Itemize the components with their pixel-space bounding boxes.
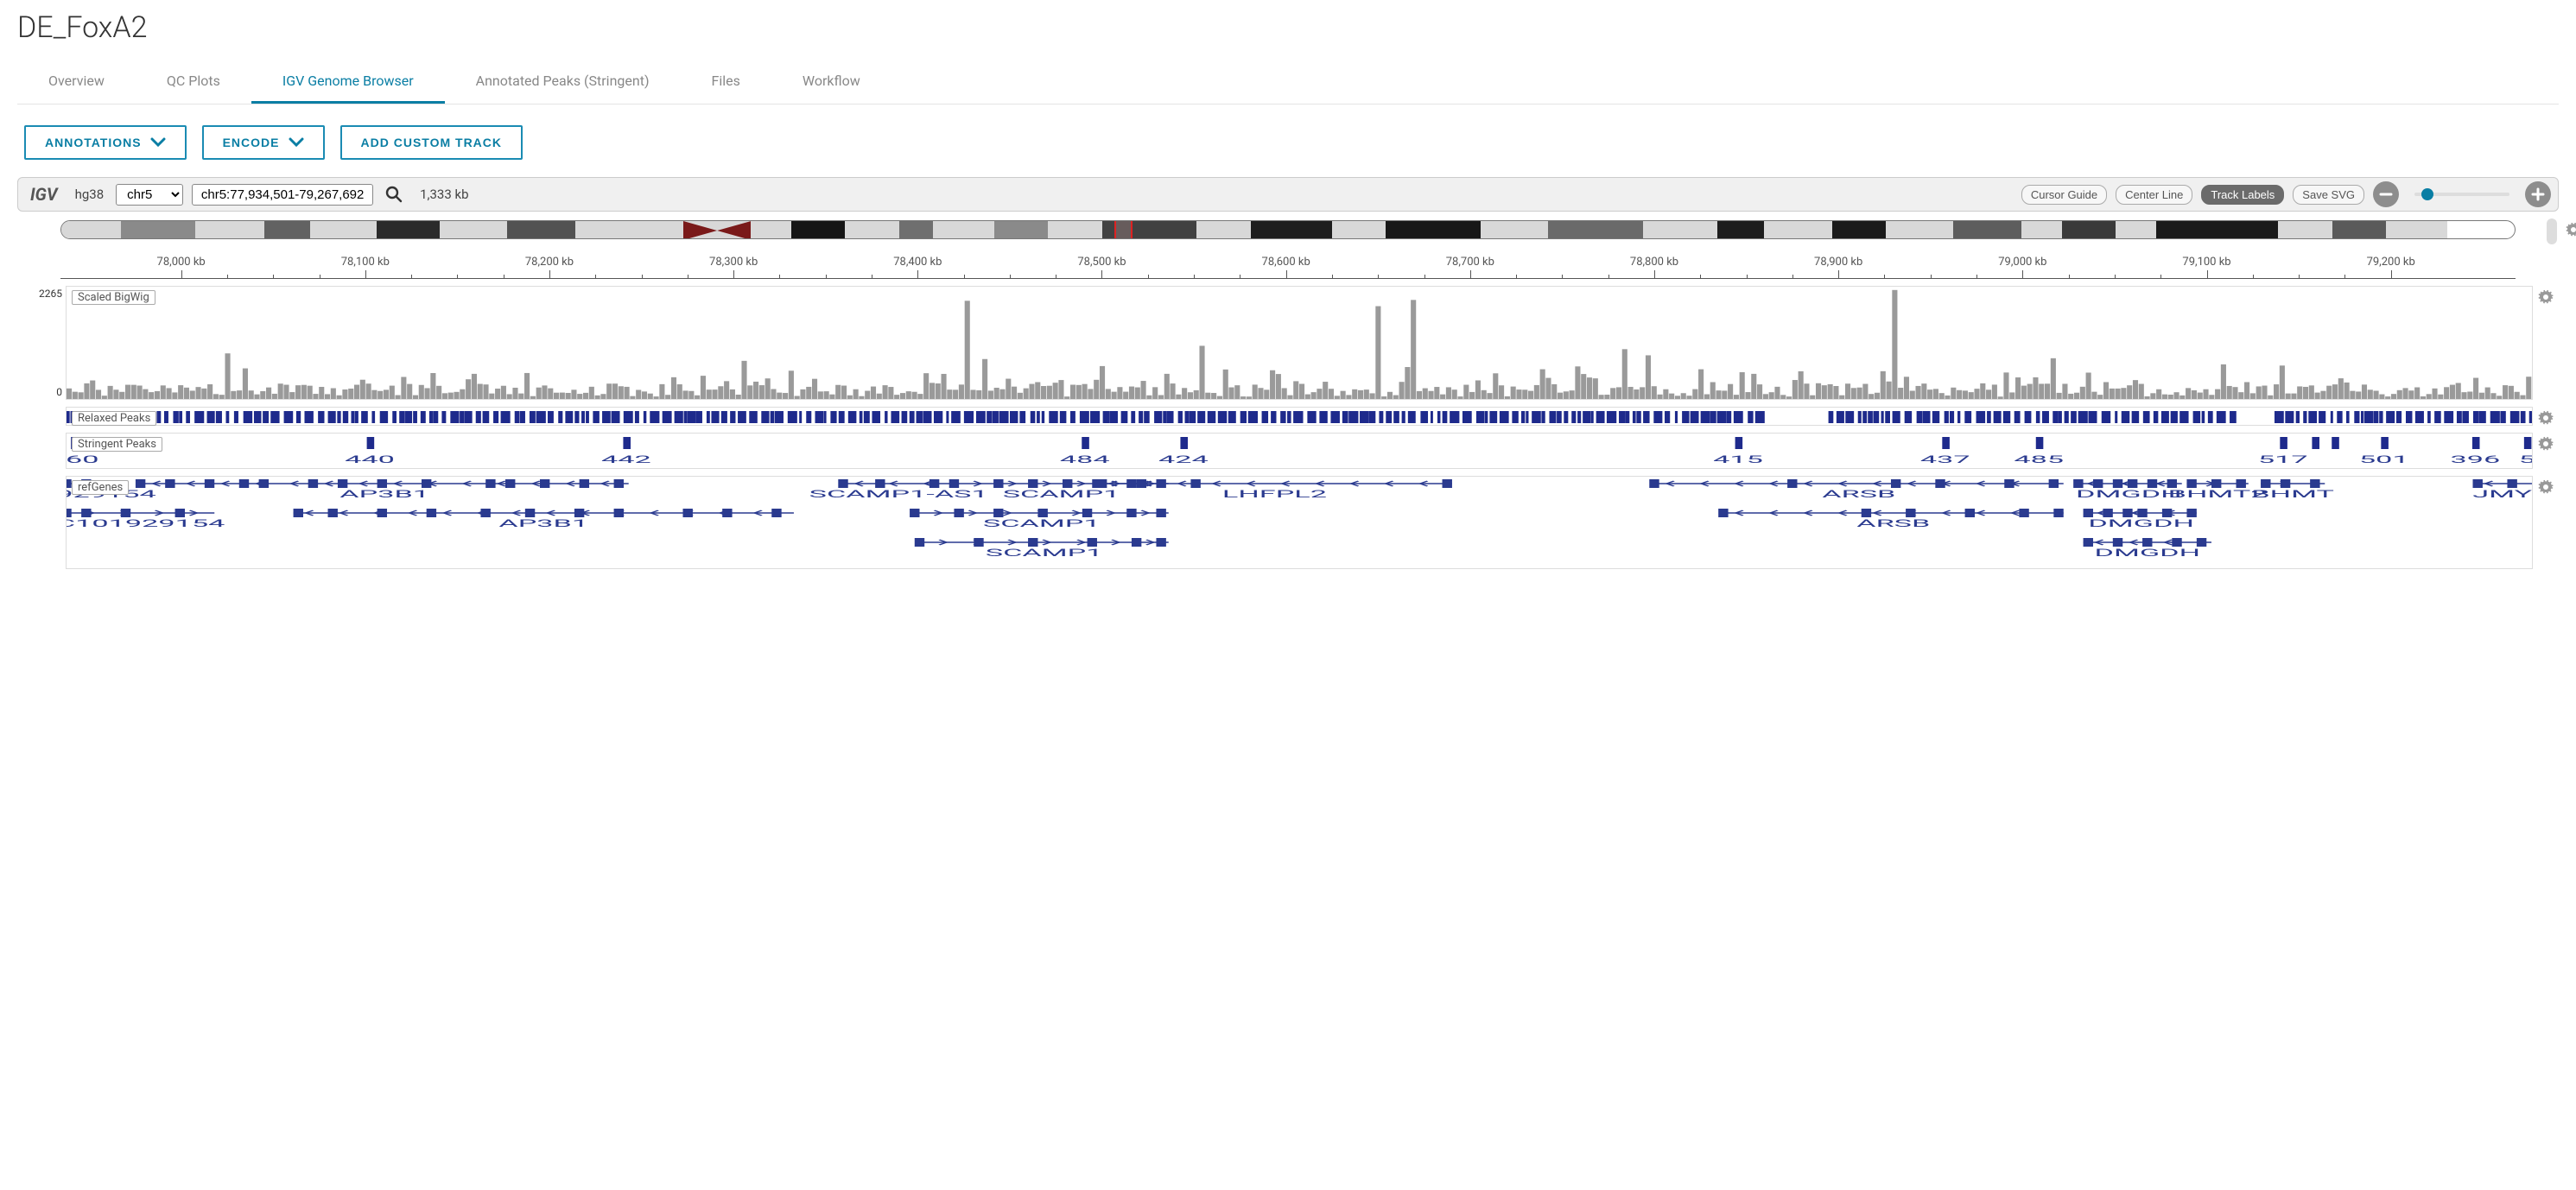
region-size: 1,333 kb	[415, 187, 468, 202]
gear-icon[interactable]	[2538, 410, 2554, 426]
tab-igv-genome-browser[interactable]: IGV Genome Browser	[251, 60, 445, 104]
tab-files[interactable]: Files	[681, 60, 771, 104]
svg-text:SCAMP1: SCAMP1	[986, 547, 1103, 559]
gear-icon[interactable]	[2566, 222, 2576, 237]
zoom-in-button[interactable]	[2525, 181, 2551, 207]
svg-text:SCAMP1-AS1: SCAMP1-AS1	[809, 488, 988, 500]
search-icon[interactable]	[382, 186, 406, 203]
svg-text:485: 485	[2014, 453, 2064, 465]
tab-overview[interactable]: Overview	[17, 60, 136, 104]
tabs-bar: OverviewQC PlotsIGV Genome BrowserAnnota…	[17, 60, 2559, 104]
svg-text:460: 460	[67, 453, 98, 465]
svg-text:DMGDH: DMGDH	[2094, 547, 2200, 559]
wig-ymin: 0	[56, 386, 62, 398]
save-svg-button[interactable]: Save SVG	[2293, 185, 2364, 205]
page-title: DE_FoxA2	[17, 0, 2559, 60]
svg-text:5: 5	[2519, 453, 2532, 465]
svg-text:437: 437	[1920, 453, 1970, 465]
annotations-button[interactable]: ANNOTATIONS	[24, 125, 187, 160]
track-labels-button[interactable]: Track Labels	[2201, 185, 2284, 205]
relaxed-peaks-track[interactable]: Relaxed Peaks	[66, 407, 2533, 426]
center-line-button[interactable]: Center Line	[2116, 185, 2192, 205]
tab-annotated-peaks-stringent-[interactable]: Annotated Peaks (Stringent)	[445, 60, 681, 104]
svg-text:442: 442	[601, 453, 651, 465]
ideogram-viewport-marker[interactable]	[1114, 220, 1133, 239]
refgenes-label: refGenes	[72, 480, 129, 495]
encode-label: ENCODE	[223, 136, 280, 149]
stringent-peaks-label: Stringent Peaks	[72, 437, 162, 452]
wig-ymax: 2265	[39, 288, 62, 300]
svg-text:DMGDH: DMGDH	[2076, 488, 2182, 500]
chevron-down-icon	[289, 137, 304, 148]
genome-label: hg38	[72, 187, 108, 202]
svg-text:LHFPL2: LHFPL2	[1222, 488, 1327, 500]
controls-row: ANNOTATIONS ENCODE ADD CUSTOM TRACK	[17, 104, 2559, 177]
chromosome-select[interactable]: chr5	[116, 184, 183, 206]
bigwig-track[interactable]: Scaled BigWig	[66, 286, 2533, 400]
svg-text:SCAMP1: SCAMP1	[983, 517, 1101, 529]
gear-icon[interactable]	[2538, 479, 2554, 495]
svg-text:501: 501	[2359, 453, 2409, 465]
zoom-out-button[interactable]	[2373, 181, 2399, 207]
locus-input[interactable]	[192, 184, 373, 206]
tab-workflow[interactable]: Workflow	[771, 60, 891, 104]
svg-text:415: 415	[1713, 453, 1763, 465]
genome-viewer: 78,000 kb78,100 kb78,200 kb78,300 kb78,4…	[17, 218, 2559, 569]
refgenes-track[interactable]: refGenes 101929154AP3B1SCAMP1-AS1SCAMP1L…	[66, 476, 2533, 569]
svg-text:ARSB: ARSB	[1822, 488, 1895, 500]
svg-text:AP3B1: AP3B1	[339, 488, 429, 500]
add-custom-track-button[interactable]: ADD CUSTOM TRACK	[340, 125, 523, 160]
zoom-slider[interactable]	[2414, 193, 2509, 196]
svg-text:AP3B1: AP3B1	[498, 517, 588, 529]
igv-logo: IGV	[25, 184, 63, 205]
relaxed-peaks-label: Relaxed Peaks	[72, 411, 156, 426]
zoom-slider-handle[interactable]	[2421, 188, 2433, 200]
igv-toolbar: IGV hg38 chr5 1,333 kb Cursor Guide Cent…	[17, 177, 2559, 212]
bigwig-track-label: Scaled BigWig	[72, 290, 155, 305]
svg-text:517: 517	[2258, 453, 2308, 465]
stringent-peaks-track[interactable]: Stringent Peaks 460 440 442 484 424 415 437 485…	[66, 433, 2533, 469]
encode-button[interactable]: ENCODE	[202, 125, 325, 160]
tab-qc-plots[interactable]: QC Plots	[136, 60, 251, 104]
svg-text:BHMT: BHMT	[2251, 488, 2334, 500]
add-track-label: ADD CUSTOM TRACK	[361, 136, 503, 149]
svg-text:484: 484	[1060, 453, 1110, 465]
ruler: 78,000 kb78,100 kb78,200 kb78,300 kb78,4…	[60, 250, 2516, 279]
svg-text:JMY: JMY	[2472, 488, 2532, 500]
gear-icon[interactable]	[2538, 289, 2554, 305]
ideogram[interactable]	[60, 220, 2516, 239]
svg-text:396: 396	[2450, 453, 2500, 465]
svg-text:SCAMP1: SCAMP1	[1003, 488, 1120, 500]
svg-text:440: 440	[345, 453, 395, 465]
svg-text:C101929154: C101929154	[67, 517, 225, 529]
svg-text:424: 424	[1158, 453, 1209, 465]
svg-text:DMGDH: DMGDH	[2088, 517, 2194, 529]
svg-text:ARSB: ARSB	[1856, 517, 1930, 529]
annotations-label: ANNOTATIONS	[45, 136, 142, 149]
gear-icon[interactable]	[2538, 436, 2554, 452]
track-handle[interactable]	[2547, 218, 2557, 244]
chevron-down-icon	[150, 137, 166, 148]
cursor-guide-button[interactable]: Cursor Guide	[2021, 185, 2107, 205]
